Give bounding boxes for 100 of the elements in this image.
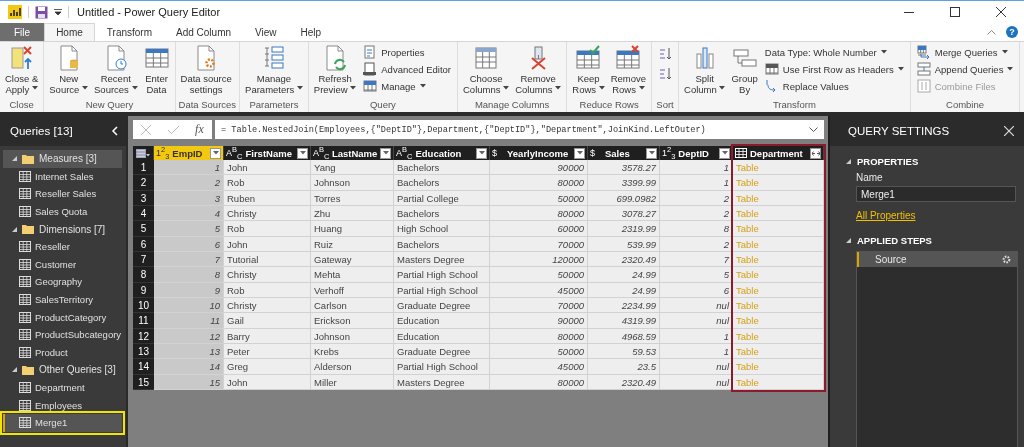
filter-button[interactable] <box>574 147 585 159</box>
ribbon-tab[interactable]: File <box>0 23 45 41</box>
check-icon[interactable] <box>167 125 179 134</box>
ribbon-command[interactable]: Manage Parameters <box>243 45 305 95</box>
query-item[interactable]: Merge1 <box>3 413 122 432</box>
column-header[interactable]: 1$^{2}$$_{3}$ DeptID <box>660 146 733 160</box>
table-cell: 8 <box>154 267 224 283</box>
column-header[interactable]: Department <box>733 146 824 160</box>
insert-function-button[interactable]: fx <box>195 122 204 137</box>
expanded-icon[interactable] <box>846 159 851 164</box>
folder-icon <box>22 153 34 164</box>
ribbon-tab[interactable]: Transform <box>94 23 164 41</box>
ribbon-command[interactable]: Manage <box>363 79 451 93</box>
ribbon-tab[interactable]: View <box>243 23 289 41</box>
ribbon-command[interactable]: Advanced Editor <box>363 62 451 76</box>
ribbon-command[interactable]: Group By <box>729 45 760 95</box>
query-item[interactable]: Product <box>3 343 122 362</box>
ribbon-command[interactable]: Split Column <box>682 45 728 95</box>
column-name: LastName <box>331 147 378 159</box>
ribbon-command[interactable]: Enter Data <box>141 45 172 95</box>
expand-column-button[interactable] <box>810 147 821 159</box>
query-item[interactable]: Customer <box>3 255 122 274</box>
field-label: Name <box>856 172 884 183</box>
expanded-icon[interactable] <box>12 226 17 232</box>
ribbon-command[interactable]: Remove Rows <box>608 45 649 95</box>
ribbon-command[interactable]: Data source settings <box>178 45 234 95</box>
name-field[interactable]: Merge1 <box>856 186 1016 202</box>
gear-icon[interactable] <box>1002 255 1011 264</box>
filter-button[interactable] <box>719 147 730 159</box>
group-name: Dimensions [7] <box>39 223 106 235</box>
table-icon <box>363 79 378 93</box>
ribbon-command[interactable]: New Source <box>47 45 90 95</box>
applied-step[interactable]: Source <box>857 252 1017 267</box>
ribbon-command[interactable]: Properties <box>363 45 451 59</box>
ribbon-command[interactable]: Close & Apply <box>3 45 41 95</box>
query-item[interactable]: Reseller Sales <box>3 185 122 203</box>
caret-icon <box>721 151 728 155</box>
all-properties-link[interactable]: All Properties <box>856 210 916 221</box>
group-name: Measures [3] <box>39 153 97 165</box>
query-item[interactable]: ProductCategory <box>3 308 122 326</box>
collapse-icon[interactable] <box>111 126 118 136</box>
group-label: Parameters <box>248 98 300 112</box>
column-header[interactable]: A$^{B}$$_{C}$ Education <box>394 146 490 160</box>
ribbon-tab[interactable]: Help <box>288 23 334 41</box>
expanded-icon[interactable] <box>12 367 17 373</box>
table-icon <box>19 382 31 393</box>
table-cell: Huang <box>311 221 394 237</box>
ribbon-command[interactable]: Use First Row as Headers <box>764 62 904 76</box>
filter-button[interactable] <box>297 147 308 159</box>
query-item[interactable]: Sales Quota <box>3 202 122 221</box>
table-icon <box>19 329 31 341</box>
maximize-icon[interactable] <box>950 7 960 17</box>
expand-chevron-icon[interactable] <box>809 126 818 133</box>
expanded-icon[interactable] <box>12 156 17 162</box>
ribbon-command[interactable]: Data Type: Whole Number <box>764 45 904 59</box>
query-item[interactable]: Internet Sales <box>3 167 122 186</box>
formula-field[interactable]: = Table.NestedJoin(Employees,{"DeptID"},Department,{"DeptID"},"Department",JoinKind.LeftOuter) <box>215 120 824 139</box>
ribbon-command[interactable]: Choose Columns <box>461 45 512 95</box>
ribbon-command[interactable]: Remove Columns <box>513 45 564 95</box>
table-check-icon <box>575 45 602 71</box>
query-item[interactable]: Employees <box>3 396 122 414</box>
query-item[interactable]: Reseller <box>3 237 122 256</box>
collapse-ribbon-icon[interactable] <box>987 29 996 35</box>
help-button[interactable]: ? <box>1006 26 1018 38</box>
filter-button[interactable] <box>476 147 487 159</box>
filter-button[interactable] <box>646 147 657 159</box>
ribbon-command[interactable]: Append Queries <box>916 62 1014 76</box>
query-group[interactable]: Dimensions [7] <box>3 220 122 238</box>
ribbon-tab[interactable]: Add Column <box>164 23 244 41</box>
save-icon[interactable] <box>35 5 48 19</box>
close-icon[interactable] <box>996 7 1006 17</box>
data-type-label: $ <box>492 148 498 158</box>
column-header[interactable]: $ Sales <box>588 146 660 160</box>
query-item[interactable]: Geography <box>3 273 122 291</box>
quick-access-caret-icon[interactable] <box>54 8 62 16</box>
ribbon-command[interactable]: Replace Values <box>764 79 904 93</box>
table-menu-button[interactable] <box>133 146 154 160</box>
column-header[interactable]: $ YearlyIncome <box>490 146 588 160</box>
query-item[interactable]: Department <box>3 378 122 397</box>
table-cell: 50000 <box>490 267 588 283</box>
table-cell: 1 <box>660 175 733 191</box>
column-header[interactable]: A$^{B}$$_{C}$ LastName <box>311 146 394 160</box>
ribbon-command[interactable]: Merge Queries <box>916 45 1014 59</box>
table-cell: Education <box>394 313 490 329</box>
column-header[interactable]: A$^{B}$$_{C}$ FirstName <box>224 146 311 160</box>
query-item[interactable]: SalesTerritory <box>3 290 122 309</box>
column-header[interactable]: 1$^{2}$$_{3}$ EmpID <box>154 146 224 160</box>
caret-icon <box>382 151 389 155</box>
table-cell: Bachelors <box>394 175 490 191</box>
query-group[interactable]: Other Queries [3] <box>3 361 122 379</box>
expanded-icon[interactable] <box>846 238 851 243</box>
filter-button[interactable] <box>380 147 391 159</box>
ribbon-command[interactable]: Keep Rows <box>570 45 607 95</box>
ribbon-command[interactable]: Refresh Preview <box>311 45 359 95</box>
table-icon <box>19 170 31 182</box>
query-item[interactable]: ProductSubcategory <box>3 325 122 344</box>
query-group[interactable]: Measures [3] <box>3 150 122 168</box>
ribbon-tab[interactable]: Home <box>44 23 95 41</box>
ribbon-command[interactable]: Recent Sources <box>92 45 140 95</box>
table-cell: 5 <box>154 221 224 237</box>
